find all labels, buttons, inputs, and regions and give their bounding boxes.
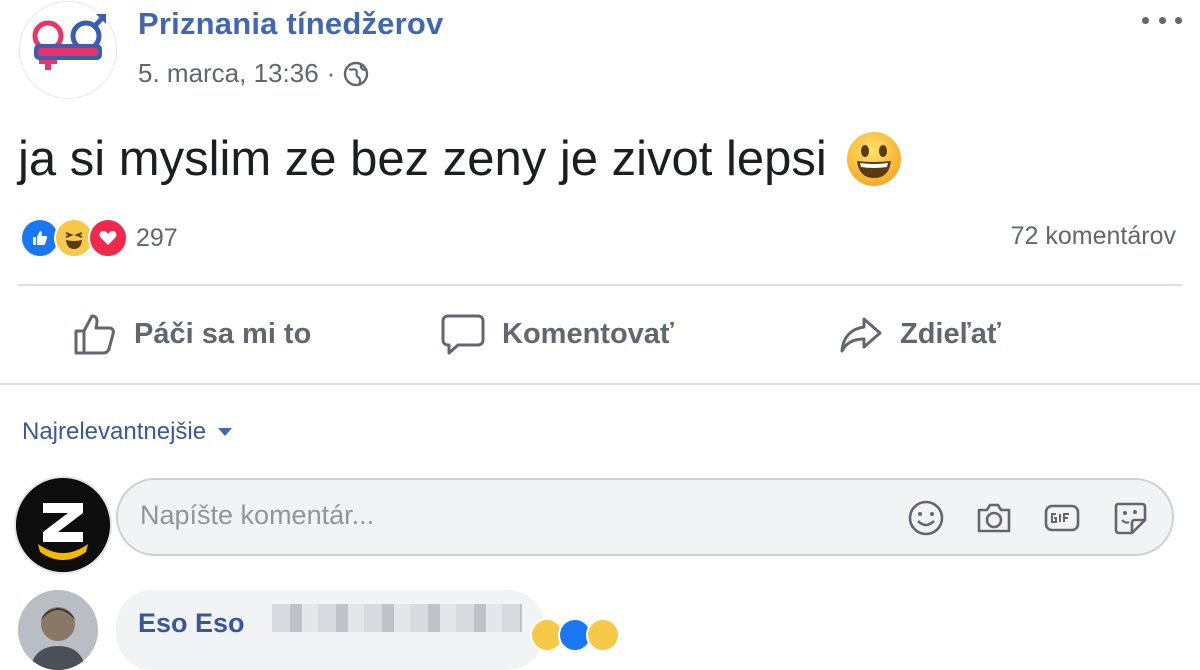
divider-top	[18, 284, 1182, 286]
grinning-face-emoji	[846, 132, 901, 186]
like-button-label: Páči sa mi to	[134, 317, 312, 350]
comment-input-placeholder: Napíšte komentár...	[140, 500, 375, 530]
globe-icon	[344, 61, 369, 86]
sticker-icon[interactable]	[1110, 498, 1150, 538]
commenter-avatar[interactable]	[18, 590, 98, 670]
divider-bottom	[0, 383, 1200, 385]
page-name-link[interactable]: Priznania tínedžerov	[138, 6, 443, 42]
reaction-count: 297	[136, 223, 178, 252]
more-options-icon[interactable]	[1142, 10, 1182, 30]
post-text: ja si myslim ze bez zeny je zivot lepsi	[18, 132, 827, 186]
commenter-name-link[interactable]: Eso Eso	[138, 608, 245, 639]
current-user-avatar[interactable]	[14, 476, 112, 574]
comment-button-label: Komentovať	[502, 317, 674, 350]
meta-separator: ·	[326, 58, 336, 88]
share-arrow-icon	[840, 317, 882, 353]
caret-down-icon	[218, 428, 233, 436]
share-button-label: Zdieľať	[900, 317, 1001, 350]
page-logo-icon	[28, 10, 108, 90]
wow-reaction-icon	[586, 618, 620, 652]
post-body: ja si myslim ze bez zeny je zivot lepsi	[18, 130, 903, 188]
comment-sort-label: Najrelevantnejšie	[22, 418, 207, 445]
comment-sort-dropdown[interactable]: Najrelevantnejšie	[22, 418, 233, 446]
page-avatar[interactable]	[20, 2, 116, 98]
post-timestamp[interactable]: 5. marca, 13:36	[138, 58, 319, 89]
like-button[interactable]: Páči sa mi to	[72, 306, 311, 362]
camera-icon[interactable]	[974, 498, 1014, 538]
love-reaction-icon	[88, 218, 128, 258]
z-logo-icon	[16, 478, 110, 572]
reaction-summary[interactable]: 297	[20, 218, 178, 258]
post-meta: 5. marca, 13:36 ·	[138, 58, 369, 89]
emoji-icon[interactable]	[906, 498, 946, 538]
gif-icon[interactable]	[1042, 498, 1082, 538]
comment-button[interactable]: Komentovať	[440, 306, 674, 362]
comment-reactions[interactable]	[530, 618, 620, 652]
person-photo-icon	[18, 590, 98, 670]
thumbs-up-icon	[74, 314, 115, 355]
share-button[interactable]: Zdieľať	[838, 306, 1001, 362]
speech-bubble-icon	[441, 314, 485, 355]
comment-count-link[interactable]: 72 komentárov	[1011, 222, 1176, 251]
